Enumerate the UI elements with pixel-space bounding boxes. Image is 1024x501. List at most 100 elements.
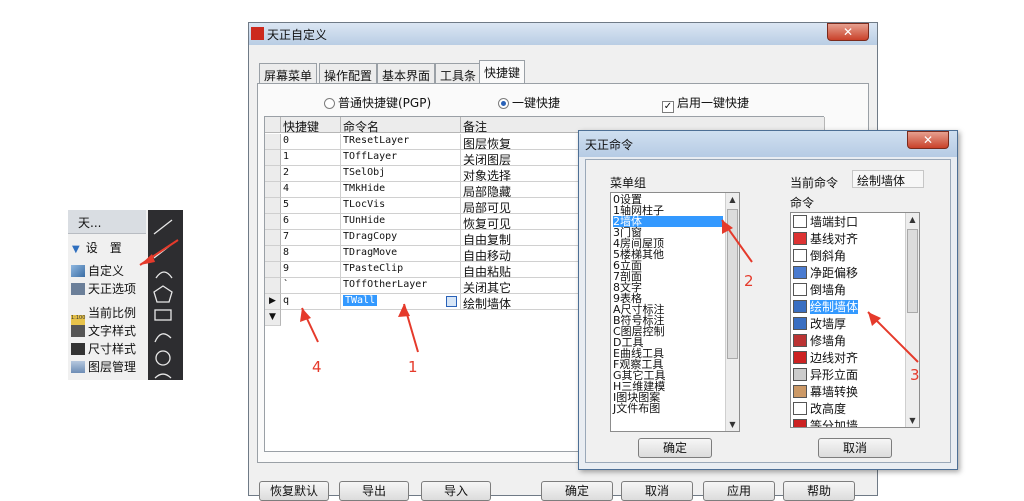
- command-item[interactable]: 基线对齐: [793, 231, 905, 248]
- row-selector[interactable]: [265, 230, 281, 246]
- settings-section[interactable]: ▼ 设 置: [68, 236, 146, 258]
- table-row-command[interactable]: TLocVis: [341, 198, 461, 214]
- list-item[interactable]: J文件布图: [613, 403, 723, 414]
- export-button[interactable]: 导出: [339, 481, 409, 501]
- table-row-key[interactable]: 1: [281, 150, 341, 166]
- table-row-command[interactable]: TResetLayer: [341, 134, 461, 150]
- row-selector[interactable]: ▶: [265, 294, 281, 310]
- tab-basic-interface[interactable]: 基本界面: [377, 63, 436, 83]
- dialog-title-bar[interactable]: 天正自定义 ✕: [249, 23, 877, 45]
- popup-cancel-button[interactable]: 取消: [818, 438, 892, 458]
- annotation-number-4: 4: [312, 358, 322, 376]
- table-row-command[interactable]: TOffLayer: [341, 150, 461, 166]
- palette-header[interactable]: 天...: [68, 210, 146, 234]
- tab-toolbar[interactable]: 工具条: [435, 63, 482, 83]
- ok-button[interactable]: 确定: [541, 481, 613, 501]
- command-item[interactable]: 异形立面: [793, 367, 905, 384]
- draw-tool-icons[interactable]: [148, 210, 183, 380]
- palette-item-layer-manage[interactable]: 图层管理: [68, 356, 146, 374]
- table-row-command[interactable]: TDragCopy: [341, 230, 461, 246]
- command-item[interactable]: 修墙角: [793, 333, 905, 350]
- scroll-up-icon[interactable]: ▲: [906, 213, 919, 226]
- command-item[interactable]: 等分加墙: [793, 418, 905, 427]
- help-button[interactable]: 帮助: [783, 481, 855, 501]
- table-row-command[interactable]: TWall: [341, 294, 461, 310]
- tab-screen-menu[interactable]: 屏幕菜单: [259, 63, 318, 83]
- column-header-command[interactable]: 命令名: [341, 117, 461, 134]
- row-selector[interactable]: [265, 166, 281, 182]
- new-row-selector[interactable]: ▼: [265, 310, 281, 326]
- table-row-key[interactable]: 4: [281, 182, 341, 198]
- browse-command-icon[interactable]: [446, 296, 457, 307]
- table-row-command[interactable]: TDragMove: [341, 246, 461, 262]
- palette-item-dim-style[interactable]: 尺寸样式: [68, 338, 146, 356]
- table-row-command[interactable]: TUnHide: [341, 214, 461, 230]
- row-selector[interactable]: [265, 246, 281, 262]
- radio-icon[interactable]: [324, 98, 335, 109]
- cancel-button[interactable]: 取消: [621, 481, 693, 501]
- table-row-key[interactable]: `: [281, 278, 341, 294]
- command-item[interactable]: 净距偏移: [793, 265, 905, 282]
- table-row-key[interactable]: 5: [281, 198, 341, 214]
- scroll-thumb[interactable]: [907, 229, 918, 313]
- command-list[interactable]: 墙端封口 基线对齐 倒斜角 净距偏移 倒墙角 绘制墙体 改墙厚 修墙角 边线对齐 异形立面 幕墙转换…: [790, 212, 920, 428]
- menu-group-list[interactable]: 0设置 1轴网柱子 2墙体 3门窗 4房间屋顶 5楼梯其他 6立面 7剖面 8文字 9表格 A尺寸标…: [610, 192, 740, 432]
- row-selector[interactable]: [265, 182, 281, 198]
- row-selector[interactable]: [265, 134, 281, 150]
- restore-default-button[interactable]: 恢复默认: [259, 481, 329, 501]
- table-row-command[interactable]: TMkHide: [341, 182, 461, 198]
- scroll-thumb[interactable]: [727, 209, 738, 359]
- collapse-triangle-icon[interactable]: ▼: [72, 244, 80, 255]
- tab-operation-config[interactable]: 操作配置: [319, 63, 378, 83]
- palette-item-text-style[interactable]: 文字样式: [68, 320, 146, 338]
- table-row-key[interactable]: 0: [281, 134, 341, 150]
- command-item[interactable]: 幕墙转换: [793, 384, 905, 401]
- tab-shortcut-keys[interactable]: 快捷键: [479, 60, 526, 84]
- row-selector[interactable]: [265, 214, 281, 230]
- table-row-command[interactable]: TOffOtherLayer: [341, 278, 461, 294]
- checkbox-checked-icon[interactable]: ✓: [662, 101, 674, 113]
- row-selector[interactable]: [265, 150, 281, 166]
- table-row-key[interactable]: 2: [281, 166, 341, 182]
- table-row-key[interactable]: q: [281, 294, 341, 310]
- command-item[interactable]: 倒斜角: [793, 248, 905, 265]
- table-row-key[interactable]: 6: [281, 214, 341, 230]
- close-button[interactable]: ✕: [827, 23, 869, 41]
- import-button[interactable]: 导入: [421, 481, 491, 501]
- row-selector[interactable]: [265, 198, 281, 214]
- command-item[interactable]: 绘制墙体: [793, 299, 905, 316]
- wall-command-icon: [793, 283, 807, 296]
- column-header-key[interactable]: 快捷键: [281, 117, 341, 134]
- command-item[interactable]: 墙端封口: [793, 214, 905, 231]
- command-item[interactable]: 倒墙角: [793, 282, 905, 299]
- scroll-down-icon[interactable]: ▼: [726, 418, 739, 431]
- palette-item-scale[interactable]: 1:100 当前比例: [68, 302, 146, 327]
- table-row-command[interactable]: TSelObj: [341, 166, 461, 182]
- command-item[interactable]: 改高度: [793, 401, 905, 418]
- selected-command-text[interactable]: TWall: [343, 295, 378, 306]
- radio-pgp[interactable]: 普通快捷键(PGP): [324, 94, 431, 111]
- table-row-key[interactable]: 9: [281, 262, 341, 278]
- command-label: 命令: [790, 196, 815, 210]
- table-row-command[interactable]: TPasteClip: [341, 262, 461, 278]
- enable-onekey-checkbox[interactable]: ✓ 启用一键快捷: [662, 94, 749, 113]
- dim-style-icon: [71, 343, 85, 355]
- popup-title-bar[interactable]: 天正命令 ✕: [579, 131, 957, 157]
- scroll-down-icon[interactable]: ▼: [906, 414, 919, 427]
- popup-close-button[interactable]: ✕: [907, 131, 949, 149]
- palette-item-options[interactable]: 天正选项: [68, 278, 146, 296]
- row-selector[interactable]: [265, 262, 281, 278]
- radio-selected-icon[interactable]: [498, 98, 509, 109]
- popup-ok-button[interactable]: 确定: [638, 438, 712, 458]
- command-scrollbar[interactable]: ▲ ▼: [905, 213, 919, 427]
- palette-item-customize[interactable]: 自定义: [68, 260, 146, 278]
- command-item[interactable]: 边线对齐: [793, 350, 905, 367]
- table-row-key[interactable]: 8: [281, 246, 341, 262]
- radio-onekey[interactable]: 一键快捷: [498, 94, 560, 111]
- menu-group-scrollbar[interactable]: ▲ ▼: [725, 193, 739, 431]
- command-item[interactable]: 改墙厚: [793, 316, 905, 333]
- scroll-up-icon[interactable]: ▲: [726, 193, 739, 206]
- row-selector[interactable]: [265, 278, 281, 294]
- apply-button[interactable]: 应用: [703, 481, 775, 501]
- table-row-key[interactable]: 7: [281, 230, 341, 246]
